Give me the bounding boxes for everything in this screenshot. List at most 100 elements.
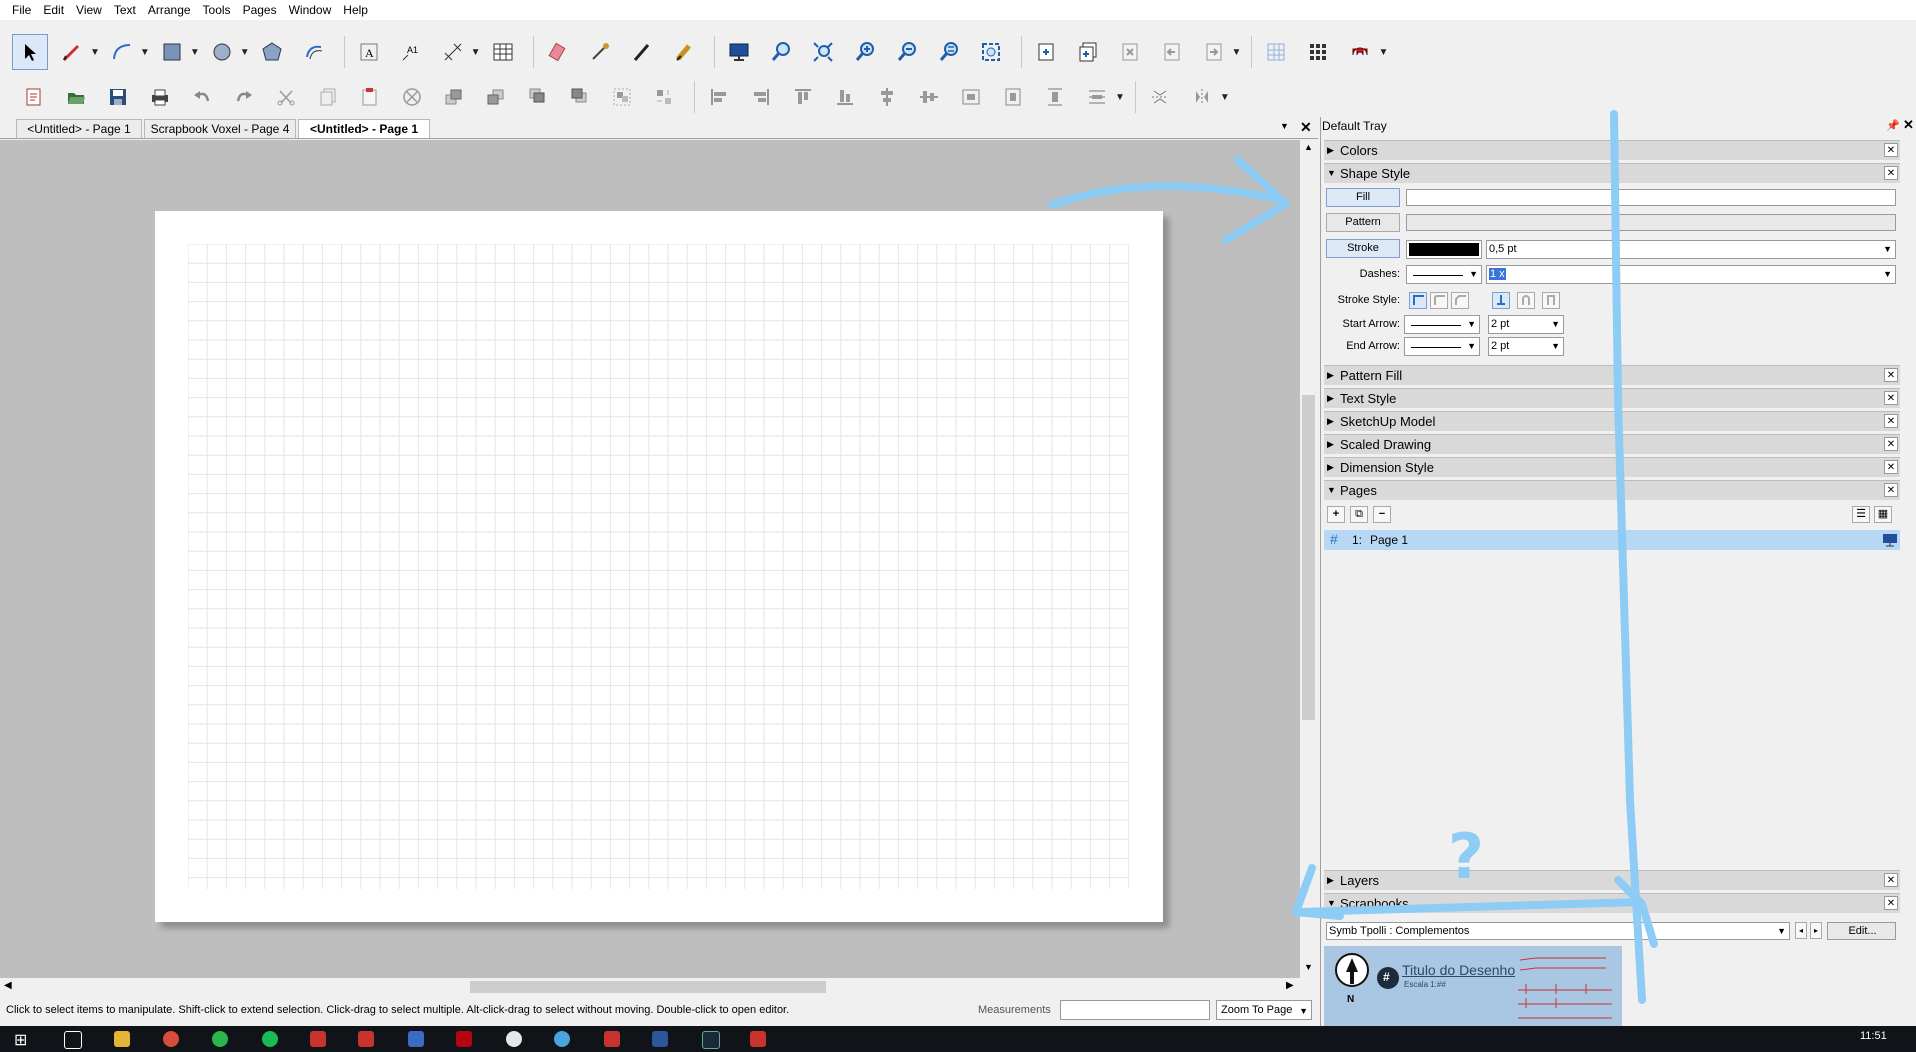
align-left-button[interactable] [701,79,737,115]
snap-grid-button[interactable] [1300,34,1336,70]
circle-tool-button[interactable] [204,34,240,70]
send-backward-button[interactable] [478,79,514,115]
start-arrow-size-select[interactable]: 2 pt ▼ [1488,315,1564,334]
flip-vertical-button[interactable] [1142,79,1178,115]
chrome-icon[interactable] [163,1031,179,1047]
space-vertically-button[interactable] [1037,79,1073,115]
space-horizontally-button[interactable] [1079,79,1115,115]
join-round-button[interactable] [1517,292,1535,309]
menu-pages[interactable]: Pages [237,0,283,20]
add-page-button[interactable] [1028,34,1064,70]
zoom-extents-button[interactable] [973,34,1009,70]
windows-start-icon[interactable]: ⊞ [14,1030,27,1050]
close-tab-icon[interactable]: ✕ [1300,119,1312,136]
close-panel-icon[interactable]: ✕ [1884,460,1898,474]
end-arrow-size-select[interactable]: 2 pt ▼ [1488,337,1564,356]
chevron-down-icon[interactable]: ▼ [240,47,250,58]
end-arrow-select[interactable]: ▼ [1404,337,1480,356]
scroll-down-icon[interactable]: ▼ [1304,962,1313,972]
rectangle-tool-button[interactable] [154,34,190,70]
measurements-input[interactable] [1060,1000,1210,1020]
file-explorer-icon[interactable] [114,1031,130,1047]
duplicate-page-button[interactable]: ⧉ [1350,506,1368,523]
undo-button[interactable] [184,79,220,115]
flip-horizontal-button[interactable] [1184,79,1220,115]
panel-shape-style[interactable]: ▼ Shape Style ✕ [1324,163,1900,183]
presentation-icon[interactable] [1882,532,1898,551]
eraser-tool-button[interactable] [540,34,576,70]
panel-dimension-style[interactable]: ▶ Dimension Style ✕ [1324,457,1900,477]
panel-layers[interactable]: ▶ Layers ✕ [1324,870,1900,890]
netflix-icon[interactable] [456,1031,472,1047]
zoom-tool-button[interactable] [763,34,799,70]
horizontal-scroll-thumb[interactable] [470,981,826,993]
dashes-scale-select[interactable]: 1 x ▼ [1486,265,1896,284]
steam-icon[interactable] [702,1031,720,1049]
fill-color-swatch[interactable] [1406,189,1896,206]
stroke-color-swatch[interactable] [1406,240,1482,259]
doc-tab-scrapbook-voxel[interactable]: Scrapbook Voxel - Page 4 [144,119,296,138]
app-icon[interactable] [506,1031,522,1047]
menu-edit[interactable]: Edit [37,0,70,20]
pattern-toggle-button[interactable]: Pattern [1326,213,1400,232]
stroke-toggle-button[interactable]: Stroke [1326,239,1400,258]
object-snap-button[interactable] [1342,34,1378,70]
scroll-right-icon[interactable]: ▶ [1286,980,1294,991]
task-view-icon[interactable] [64,1031,82,1049]
align-bottom-button[interactable] [827,79,863,115]
paste-button[interactable] [352,79,388,115]
text-tool-button[interactable]: A [351,34,387,70]
dimension-tool-button[interactable] [435,34,471,70]
menu-help[interactable]: Help [337,0,374,20]
spotify-icon[interactable] [262,1031,278,1047]
close-panel-icon[interactable]: ✕ [1884,368,1898,382]
scrapbook-select[interactable]: Symb Tpolli : Complementos ▼ [1326,922,1790,940]
pattern-swatch[interactable] [1406,214,1896,231]
scrapbook-prev-button[interactable]: ◂ [1795,922,1807,939]
pin-icon[interactable]: 📌 [1886,119,1900,132]
page-list-item[interactable]: # 1: Page 1 [1324,530,1900,550]
delete-button[interactable] [394,79,430,115]
cap-bevel-button[interactable] [1451,292,1469,309]
panel-scaled-drawing[interactable]: ▶ Scaled Drawing ✕ [1324,434,1900,454]
next-page-button[interactable] [1196,34,1232,70]
panel-text-style[interactable]: ▶ Text Style ✕ [1324,388,1900,408]
menu-window[interactable]: Window [283,0,338,20]
center-vertical-button[interactable] [869,79,905,115]
panel-scrapbooks[interactable]: ▼ Scrapbooks ✕ [1324,893,1900,913]
cap-round-button[interactable] [1430,292,1448,309]
label-tool-button[interactable]: A1 [393,34,429,70]
menu-text[interactable]: Text [108,0,142,20]
doc-tab-untitled-active[interactable]: <Untitled> - Page 1 [298,119,430,138]
open-button[interactable] [58,79,94,115]
sketchup-icon[interactable] [358,1031,374,1047]
send-to-back-button[interactable] [562,79,598,115]
panel-pattern-fill[interactable]: ▶ Pattern Fill ✕ [1324,365,1900,385]
delete-page-button[interactable] [1112,34,1148,70]
scroll-up-icon[interactable]: ▲ [1304,142,1313,152]
stroke-width-select[interactable]: 0,5 pt ▼ [1486,240,1896,259]
chevron-down-icon[interactable]: ▼ [1378,47,1388,58]
split-tool-button[interactable] [624,34,660,70]
bring-to-front-button[interactable] [520,79,556,115]
panel-colors[interactable]: ▶ Colors ✕ [1324,140,1900,160]
scrapbook-edit-button[interactable]: Edit... [1827,922,1896,940]
delete-page-button[interactable]: − [1373,506,1391,523]
arc-tool-button[interactable] [104,34,140,70]
list-view-button[interactable]: ☰ [1852,506,1870,523]
group-button[interactable] [604,79,640,115]
center-horizontal-button[interactable] [911,79,947,115]
close-panel-icon[interactable]: ✕ [1884,873,1898,887]
app-icon[interactable] [554,1031,570,1047]
ungroup-button[interactable] [646,79,682,115]
close-panel-icon[interactable]: ✕ [1884,414,1898,428]
menu-tools[interactable]: Tools [197,0,237,20]
chevron-down-icon[interactable]: ▼ [1115,92,1125,103]
close-panel-icon[interactable]: ✕ [1884,143,1898,157]
select-tool-button[interactable] [12,34,48,70]
new-button[interactable] [16,79,52,115]
thumbnail-view-button[interactable]: ▦ [1874,506,1892,523]
table-tool-button[interactable] [485,34,521,70]
vertical-scroll-thumb[interactable] [1302,395,1315,720]
dashes-select[interactable]: ▼ [1406,265,1482,284]
